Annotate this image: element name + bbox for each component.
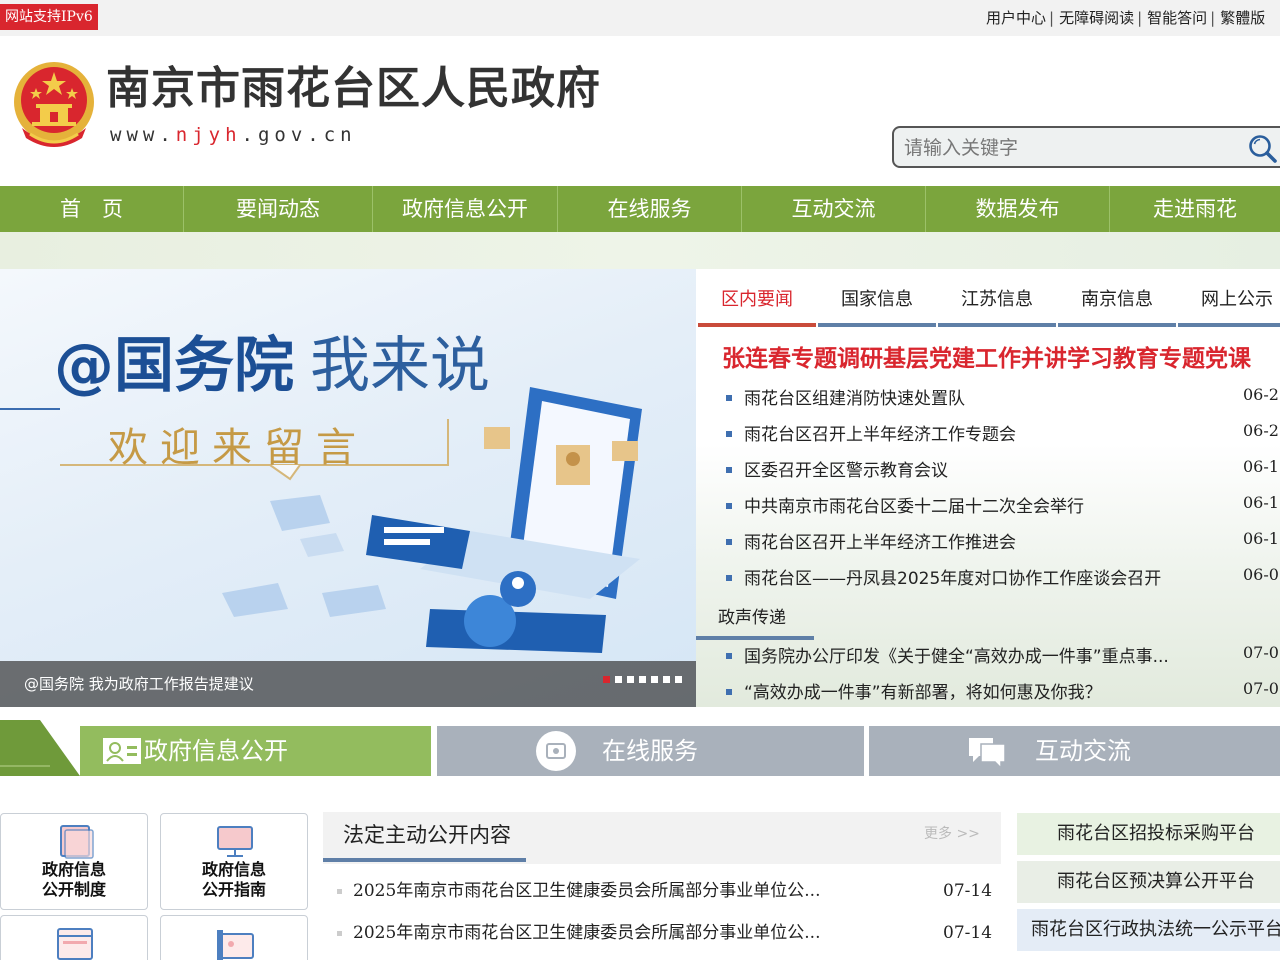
monitor-icon — [217, 826, 253, 857]
carousel-dot[interactable] — [615, 676, 622, 683]
carousel-dot[interactable] — [603, 676, 610, 683]
smart-qa-link[interactable]: 智能答问 — [1147, 9, 1207, 27]
news-item[interactable]: 雨花台区——丹凤县2025年度对口协作工作座谈会召开06-09 — [726, 561, 1280, 597]
bullet-icon — [726, 689, 732, 695]
site-title: 南京市雨花台区人民政府 — [106, 63, 601, 114]
tile-info-disclosure-rules[interactable]: 政府信息 公开制度 — [0, 813, 148, 910]
news-item[interactable]: 中共南京市雨花台区委十二届十二次全会举行06-16 — [726, 489, 1280, 525]
platform-budget[interactable]: 雨花台区预决算公开平台 — [1017, 861, 1280, 903]
nav-online-service[interactable]: 在线服务 — [558, 186, 742, 232]
bullet-icon — [726, 653, 732, 659]
banner-carousel[interactable]: @国务院 我来说 欢迎来留言 @国务院 我为政府工作报告提建议 — [0, 269, 696, 707]
national-emblem-logo — [14, 62, 94, 147]
section-tab-label: 互动交流 — [1035, 737, 1131, 765]
tile-id-card[interactable] — [160, 915, 308, 960]
top-links: 用户中心 | 无障碍阅读 | 智能答问 | 繁體版 — [986, 0, 1265, 36]
tab-district-news[interactable]: 区内要闻 — [698, 285, 816, 327]
person-card-icon — [103, 738, 141, 764]
carousel-dot[interactable] — [663, 676, 670, 683]
decorative-band — [0, 232, 1280, 269]
bullet-icon — [726, 467, 732, 473]
tab-online-notice[interactable]: 网上公示 — [1178, 285, 1280, 327]
search-icon[interactable] — [1248, 134, 1278, 164]
chat-bubbles-icon — [969, 738, 1006, 770]
nav-home[interactable]: 首 页 — [0, 186, 184, 232]
news-tabs: 区内要闻 国家信息 江苏信息 南京信息 网上公示 — [698, 285, 1280, 327]
policy-news-list: 国务院办公厅印发《关于健全“高效办成一件事”重点事...07-09 “高效办成一… — [726, 639, 1280, 707]
nav-about-yuhua[interactable]: 走进雨花 — [1110, 186, 1280, 232]
title-underline — [323, 858, 526, 862]
news-item[interactable]: 雨花台区组建消防快速处置队06-26 — [726, 381, 1280, 417]
news-item[interactable]: 区委召开全区警示教育会议06-16 — [726, 453, 1280, 489]
sub-section-title[interactable]: 政声传递 — [718, 603, 786, 628]
bullet-icon — [337, 889, 342, 894]
section-tab-gov-info[interactable]: 政府信息公开 — [80, 726, 431, 776]
separator: | — [1137, 9, 1143, 27]
tile-info-disclosure-guide[interactable]: 政府信息 公开指南 — [160, 813, 308, 910]
nav-interaction[interactable]: 互动交流 — [742, 186, 926, 232]
top-bar: 网站支持IPv6 用户中心 | 无障碍阅读 | 智能答问 | 繁體版 — [0, 0, 1280, 36]
browser-window-icon — [57, 928, 93, 960]
news-item[interactable]: “高效办成一件事”有新部署，将如何惠及你我？07-09 — [726, 675, 1280, 707]
disclosure-list: 2025年南京市雨花台区卫生健康委员会所属部分事业单位公... 07-14 202… — [337, 870, 997, 954]
platform-law-enforcement[interactable]: 雨花台区行政执法统一公示平台 — [1017, 909, 1280, 951]
accessibility-link[interactable]: 无障碍阅读 — [1059, 9, 1134, 27]
carousel-dots — [603, 676, 687, 683]
bullet-icon — [726, 431, 732, 437]
carousel-dot[interactable] — [627, 676, 634, 683]
nav-data-release[interactable]: 数据发布 — [926, 186, 1110, 232]
bullet-icon — [726, 539, 732, 545]
more-link[interactable]: 更多 >> — [924, 812, 980, 856]
traditional-chinese-link[interactable]: 繁體版 — [1220, 9, 1265, 27]
carousel-dot[interactable] — [651, 676, 658, 683]
tab-national-info[interactable]: 国家信息 — [818, 285, 936, 327]
section-tab-online-service[interactable]: 在线服务 — [437, 726, 864, 776]
carousel-dot[interactable] — [675, 676, 682, 683]
news-headline[interactable]: 张连春专题调研基层党建工作并讲学习教育专题党课 — [722, 339, 1251, 373]
search-box — [892, 126, 1280, 168]
bullet-icon — [726, 395, 732, 401]
site-url: www.njyh.gov.cn — [110, 124, 357, 146]
list-item[interactable]: 2025年南京市雨花台区卫生健康委员会所属部分事业单位公... 07-14 — [337, 912, 997, 954]
section-tab-decoration — [0, 720, 80, 776]
nav-news[interactable]: 要闻动态 — [184, 186, 373, 232]
banner-caption[interactable]: @国务院 我为政府工作报告提建议 — [24, 661, 254, 707]
section-tab-interaction[interactable]: 互动交流 — [869, 726, 1280, 776]
tile-label: 政府信息 公开指南 — [201, 860, 266, 899]
user-center-link[interactable]: 用户中心 — [986, 9, 1046, 27]
platform-bidding[interactable]: 雨花台区招投标采购平台 — [1017, 813, 1280, 855]
ipv6-badge: 网站支持IPv6 — [0, 4, 98, 30]
section-tab-label: 在线服务 — [602, 737, 698, 765]
news-item[interactable]: 国务院办公厅印发《关于健全“高效办成一件事”重点事...07-09 — [726, 639, 1280, 675]
news-item[interactable]: 雨花台区召开上半年经济工作推进会06-13 — [726, 525, 1280, 561]
news-panel: 区内要闻 国家信息 江苏信息 南京信息 网上公示 张连春专题调研基层党建工作并讲… — [696, 269, 1280, 707]
online-service-icon — [536, 731, 576, 771]
id-card-icon — [217, 930, 254, 960]
news-item[interactable]: 雨花台区召开上半年经济工作专题会06-23 — [726, 417, 1280, 453]
search-input[interactable] — [904, 134, 1234, 162]
section-tab-label: 政府信息公开 — [144, 737, 288, 765]
bullet-icon — [337, 931, 342, 936]
separator: | — [1049, 9, 1055, 27]
news-list: 雨花台区组建消防快速处置队06-26 雨花台区召开上半年经济工作专题会06-23… — [726, 381, 1280, 597]
carousel-dot[interactable] — [639, 676, 646, 683]
nav-gov-info[interactable]: 政府信息公开 — [373, 186, 558, 232]
disclosure-content-title: 法定主动公开内容 — [343, 823, 511, 847]
separator: | — [1210, 9, 1216, 27]
disclosure-content-header: 法定主动公开内容 更多 >> — [323, 812, 1001, 864]
tile-browser[interactable] — [0, 915, 148, 960]
tile-label: 政府信息 公开制度 — [41, 860, 106, 899]
tab-jiangsu-info[interactable]: 江苏信息 — [938, 285, 1056, 327]
bullet-icon — [726, 575, 732, 581]
list-item[interactable]: 2025年南京市雨花台区卫生健康委员会所属部分事业单位公... 07-14 — [337, 870, 997, 912]
document-icon — [60, 825, 94, 859]
banner-heading: @国务院 我来说 — [54, 331, 490, 401]
banner-caption-bar: @国务院 我为政府工作报告提建议 — [0, 661, 696, 707]
banner-subheading: 欢迎来留言 — [108, 425, 368, 471]
tab-nanjing-info[interactable]: 南京信息 — [1058, 285, 1176, 327]
bullet-icon — [726, 503, 732, 509]
main-nav: 首 页 要闻动态 政府信息公开 在线服务 互动交流 数据发布 走进雨花 — [0, 186, 1280, 232]
